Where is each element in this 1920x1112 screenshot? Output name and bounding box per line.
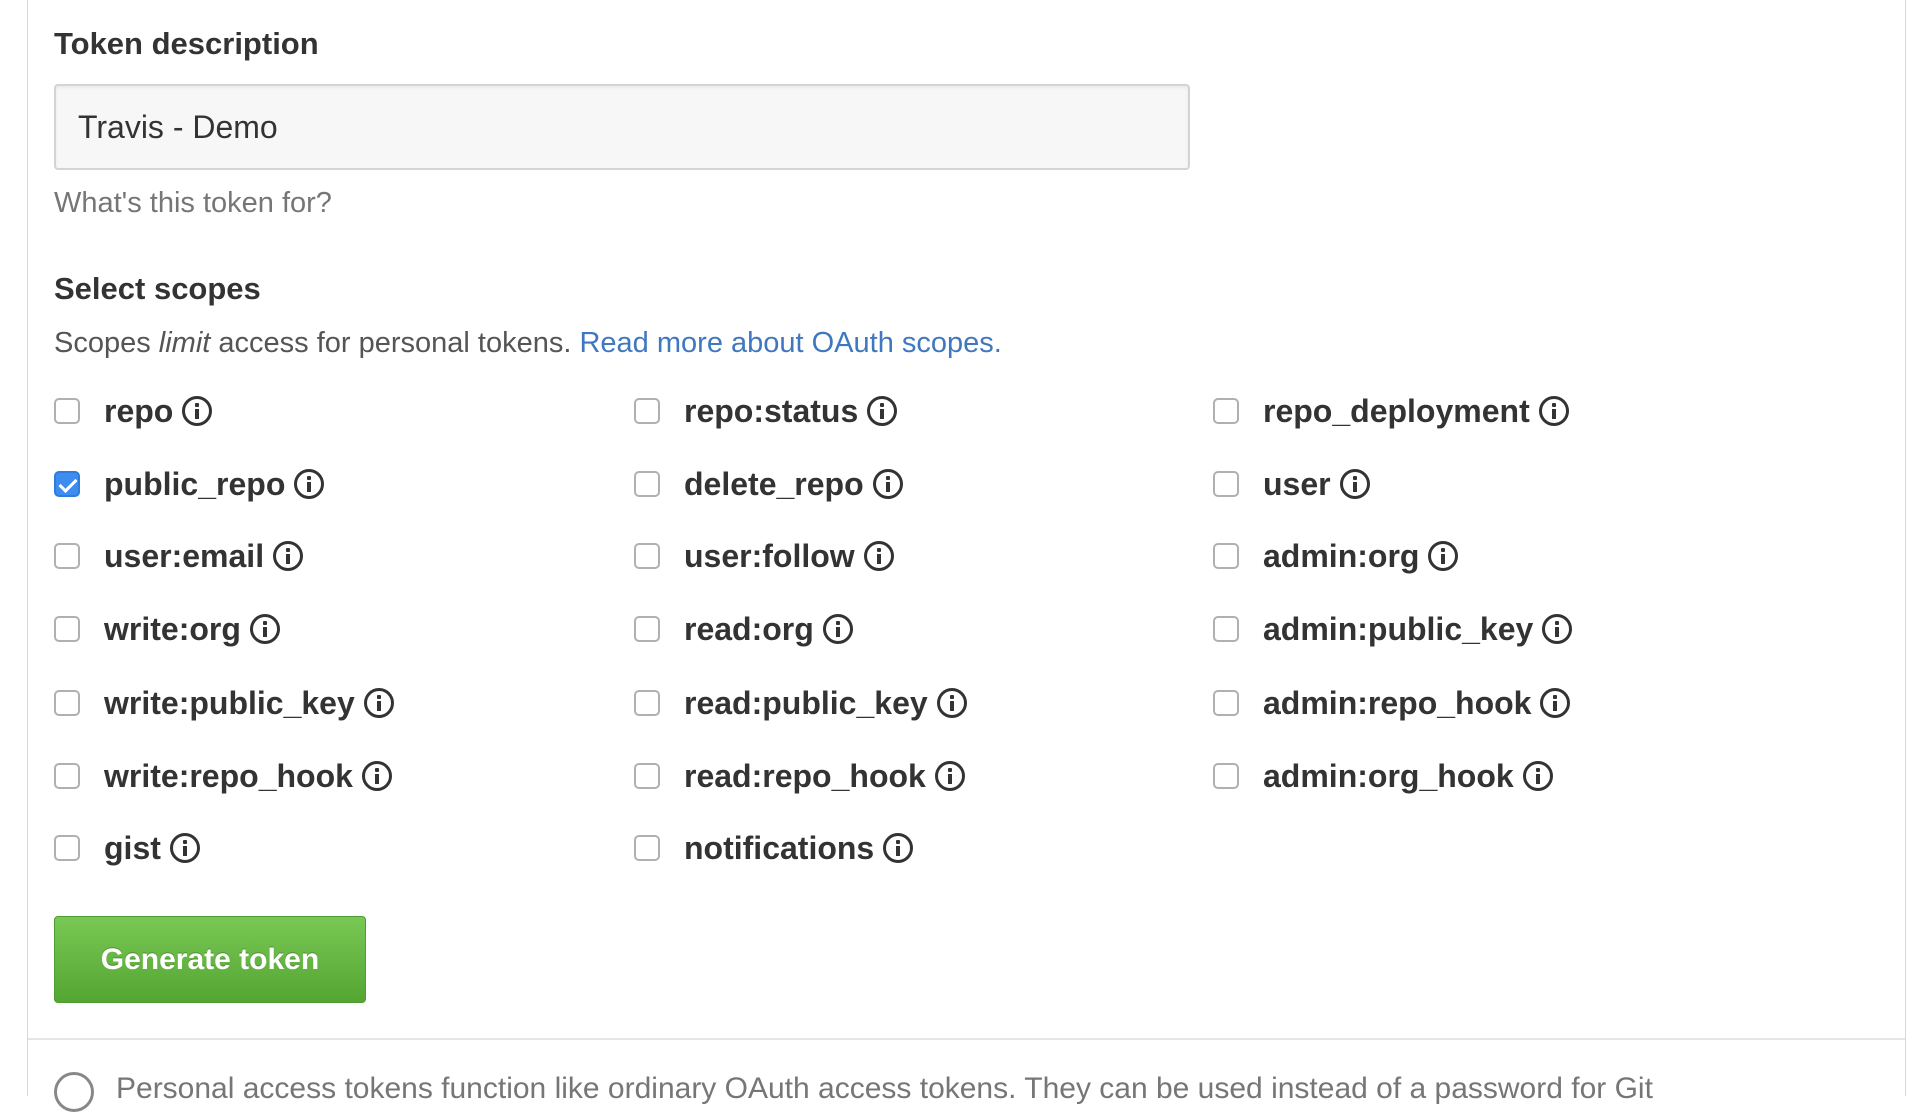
info-icon[interactable] xyxy=(182,396,213,426)
token-description-label: Token description xyxy=(54,26,319,61)
scope-admin-org-hook[interactable]: admin:org_hook xyxy=(1213,754,1553,798)
scope-checkbox-public-repo[interactable] xyxy=(54,471,80,497)
scope-checkbox-user[interactable] xyxy=(1213,471,1239,497)
info-icon[interactable] xyxy=(1538,396,1569,426)
scope-write-repo-hook[interactable]: write:repo_hook xyxy=(54,754,392,798)
scope-label-user: user xyxy=(1263,465,1331,502)
info-icon[interactable] xyxy=(883,833,914,863)
info-icon[interactable] xyxy=(249,614,280,644)
scope-read-repo-hook[interactable]: read:repo_hook xyxy=(634,754,965,798)
scope-delete-repo[interactable]: delete_repo xyxy=(634,462,903,506)
scope-checkbox-write-repo-hook[interactable] xyxy=(54,763,80,789)
scope-label-public-repo: public_repo xyxy=(104,465,286,502)
token-description-input[interactable] xyxy=(54,84,1190,170)
scope-repo-deployment[interactable]: repo_deployment xyxy=(1213,389,1569,433)
scopes-desc-emphasis: limit xyxy=(158,327,211,359)
scope-admin-public-key[interactable]: admin:public_key xyxy=(1213,607,1573,651)
scope-checkbox-write-org[interactable] xyxy=(54,616,80,642)
info-icon[interactable] xyxy=(361,761,392,791)
info-icon[interactable] xyxy=(1540,688,1571,718)
scope-checkbox-notifications[interactable] xyxy=(634,835,660,861)
scope-checkbox-gist[interactable] xyxy=(54,835,80,861)
scope-label-admin-repo-hook: admin:repo_hook xyxy=(1263,684,1532,721)
scope-notifications[interactable]: notifications xyxy=(634,826,914,870)
scope-checkbox-repo[interactable] xyxy=(54,398,80,424)
scope-label-user-follow: user:follow xyxy=(684,537,855,574)
scope-checkbox-read-repo-hook[interactable] xyxy=(634,763,660,789)
scopes-desc-suffix: access for personal tokens. xyxy=(210,327,580,359)
scope-label-repo-deployment: repo_deployment xyxy=(1263,392,1530,429)
footer-note: Personal access tokens function like ord… xyxy=(116,1072,1653,1105)
scopes-desc-prefix: Scopes xyxy=(54,327,159,359)
scope-label-notifications: notifications xyxy=(684,829,875,866)
info-icon[interactable] xyxy=(1339,469,1370,499)
info-icon[interactable] xyxy=(169,833,200,863)
section-divider xyxy=(28,1038,1905,1040)
info-icon[interactable] xyxy=(867,396,898,426)
select-scopes-heading: Select scopes xyxy=(54,271,261,306)
scope-label-read-repo-hook: read:repo_hook xyxy=(684,757,926,794)
scope-public-repo[interactable]: public_repo xyxy=(54,462,325,506)
scope-checkbox-write-public-key[interactable] xyxy=(54,690,80,716)
scope-label-admin-org: admin:org xyxy=(1263,537,1420,574)
scope-gist[interactable]: gist xyxy=(54,826,200,870)
info-icon[interactable] xyxy=(936,688,967,718)
scope-read-public-key[interactable]: read:public_key xyxy=(634,681,967,725)
scope-label-write-public-key: write:public_key xyxy=(104,684,355,721)
scope-user-email[interactable]: user:email xyxy=(54,534,304,578)
scope-read-org[interactable]: read:org xyxy=(634,607,853,651)
oauth-scopes-link[interactable]: Read more about OAuth scopes. xyxy=(579,327,1001,359)
scope-write-org[interactable]: write:org xyxy=(54,607,280,651)
info-icon[interactable] xyxy=(294,469,325,499)
scope-admin-org[interactable]: admin:org xyxy=(1213,534,1459,578)
scope-label-repo-status: repo:status xyxy=(684,392,859,429)
info-icon[interactable] xyxy=(1522,761,1553,791)
scope-checkbox-read-public-key[interactable] xyxy=(634,690,660,716)
info-circle-icon xyxy=(54,1072,94,1112)
info-icon[interactable] xyxy=(872,469,903,499)
scope-checkbox-user-follow[interactable] xyxy=(634,543,660,569)
scope-repo-status[interactable]: repo:status xyxy=(634,389,898,433)
info-icon[interactable] xyxy=(1428,541,1459,571)
info-icon[interactable] xyxy=(822,614,853,644)
scope-label-write-org: write:org xyxy=(104,610,241,647)
scope-label-user-email: user:email xyxy=(104,537,265,574)
scope-repo[interactable]: repo xyxy=(54,389,213,433)
info-icon[interactable] xyxy=(863,541,894,571)
scope-label-read-public-key: read:public_key xyxy=(684,684,928,721)
info-icon[interactable] xyxy=(934,761,965,791)
scope-user[interactable]: user xyxy=(1213,462,1370,506)
scope-checkbox-admin-public-key[interactable] xyxy=(1213,616,1239,642)
scope-checkbox-repo-deployment[interactable] xyxy=(1213,398,1239,424)
scope-label-admin-org-hook: admin:org_hook xyxy=(1263,757,1514,794)
scope-checkbox-read-org[interactable] xyxy=(634,616,660,642)
info-icon[interactable] xyxy=(363,688,394,718)
scope-checkbox-user-email[interactable] xyxy=(54,543,80,569)
scope-label-delete-repo: delete_repo xyxy=(684,465,864,502)
info-icon[interactable] xyxy=(1542,614,1573,644)
scope-label-admin-public-key: admin:public_key xyxy=(1263,610,1534,647)
scope-label-write-repo-hook: write:repo_hook xyxy=(104,757,353,794)
scope-label-read-org: read:org xyxy=(684,610,814,647)
scope-checkbox-delete-repo[interactable] xyxy=(634,471,660,497)
scope-label-repo: repo xyxy=(104,392,174,429)
scope-checkbox-admin-org[interactable] xyxy=(1213,543,1239,569)
token-note: What's this token for? xyxy=(54,187,332,219)
scope-user-follow[interactable]: user:follow xyxy=(634,534,894,578)
scope-label-gist: gist xyxy=(104,829,161,866)
scope-checkbox-admin-repo-hook[interactable] xyxy=(1213,690,1239,716)
generate-token-button[interactable]: Generate token xyxy=(54,916,366,1003)
scope-admin-repo-hook[interactable]: admin:repo_hook xyxy=(1213,681,1571,725)
scope-checkbox-admin-org-hook[interactable] xyxy=(1213,763,1239,789)
scope-write-public-key[interactable]: write:public_key xyxy=(54,681,394,725)
info-icon[interactable] xyxy=(273,541,304,571)
scope-checkbox-repo-status[interactable] xyxy=(634,398,660,424)
scopes-description: Scopes limit access for personal tokens.… xyxy=(54,327,1002,360)
